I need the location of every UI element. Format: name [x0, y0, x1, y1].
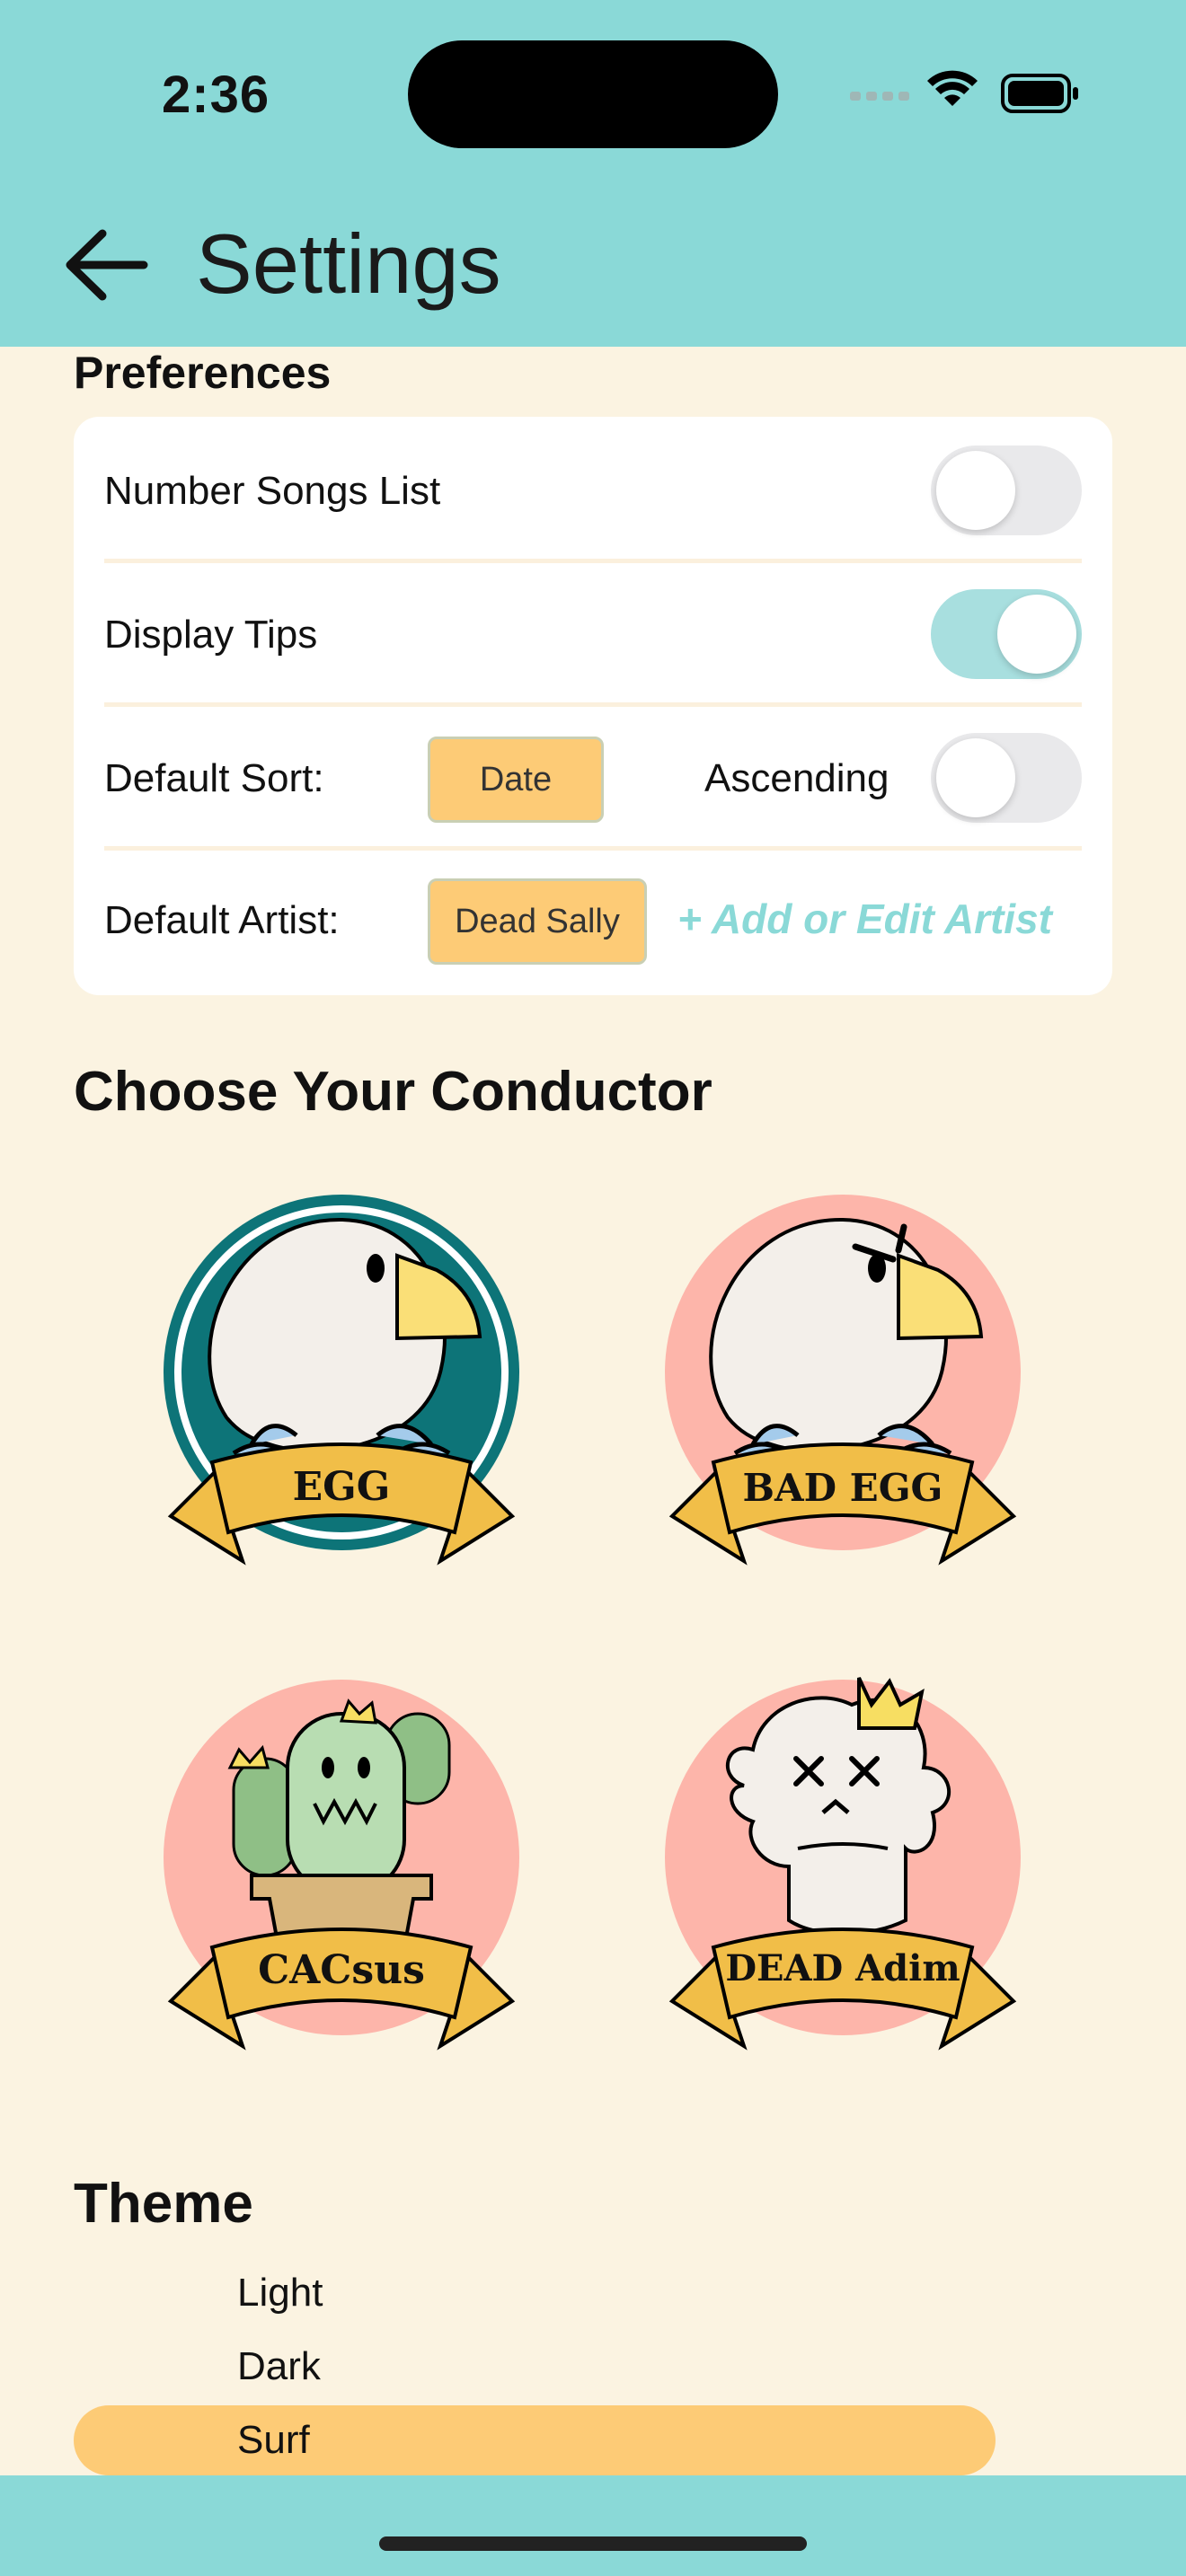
default-sort-dropdown[interactable]: Date — [428, 737, 604, 823]
conductor-cacsus[interactable]: CACsus — [162, 1669, 521, 2082]
display-tips-label: Display Tips — [104, 613, 318, 657]
top-bar: 2:36 Settings — [0, 0, 1186, 347]
divider — [104, 559, 1082, 563]
ascending-label: Ascending — [704, 756, 890, 800]
bottom-bar — [0, 2475, 1186, 2576]
page-title: Settings — [196, 216, 501, 311]
wifi-icon — [927, 70, 978, 106]
cactus-badge-icon — [164, 1680, 519, 2051]
divider — [104, 846, 1082, 851]
number-songs-list-label: Number Songs List — [104, 469, 441, 513]
theme-heading: Theme — [74, 2173, 253, 2235]
theme-option-light[interactable]: Light — [237, 2271, 323, 2316]
default-sort-label: Default Sort: — [104, 756, 324, 800]
bad-egg-badge-icon — [665, 1195, 1021, 1566]
egg-badge-icon — [164, 1195, 519, 1566]
divider — [104, 702, 1082, 707]
skull-badge-icon — [665, 1677, 1021, 2051]
conductor-name: EGG — [292, 1464, 391, 1510]
theme-option-dark[interactable]: Dark — [237, 2344, 321, 2389]
preferences-card: Number Songs List Display Tips Default S… — [74, 417, 1112, 995]
display-tips-toggle[interactable] — [931, 589, 1082, 679]
back-arrow-icon[interactable] — [63, 225, 153, 305]
add-edit-artist-link[interactable]: + Add or Edit Artist — [677, 895, 1052, 943]
number-songs-list-toggle[interactable] — [931, 446, 1082, 535]
conductor-bad-egg[interactable]: BAD EGG — [663, 1184, 1022, 1597]
conductor-egg[interactable]: EGG — [162, 1184, 521, 1597]
conductor-name: DEAD Adim — [725, 1947, 960, 1989]
home-indicator[interactable] — [379, 2536, 807, 2551]
theme-selection-highlight — [74, 2405, 996, 2475]
default-artist-dropdown[interactable]: Dead Sally — [428, 878, 647, 965]
cellular-icon — [850, 92, 909, 101]
conductor-name: BAD EGG — [742, 1466, 943, 1510]
theme-option-surf[interactable]: Surf — [237, 2418, 310, 2463]
default-artist-label: Default Artist: — [104, 898, 340, 942]
preferences-heading: Preferences — [74, 348, 332, 398]
status-icons — [850, 70, 1078, 113]
battery-icon — [1001, 74, 1078, 113]
conductor-dead-adim[interactable]: DEAD Adim — [663, 1669, 1022, 2082]
conductor-name: CACsus — [258, 1947, 425, 1993]
dynamic-island — [408, 40, 778, 148]
conductor-heading: Choose Your Conductor — [74, 1061, 712, 1123]
status-time: 2:36 — [162, 66, 270, 124]
ascending-toggle[interactable] — [931, 733, 1082, 823]
